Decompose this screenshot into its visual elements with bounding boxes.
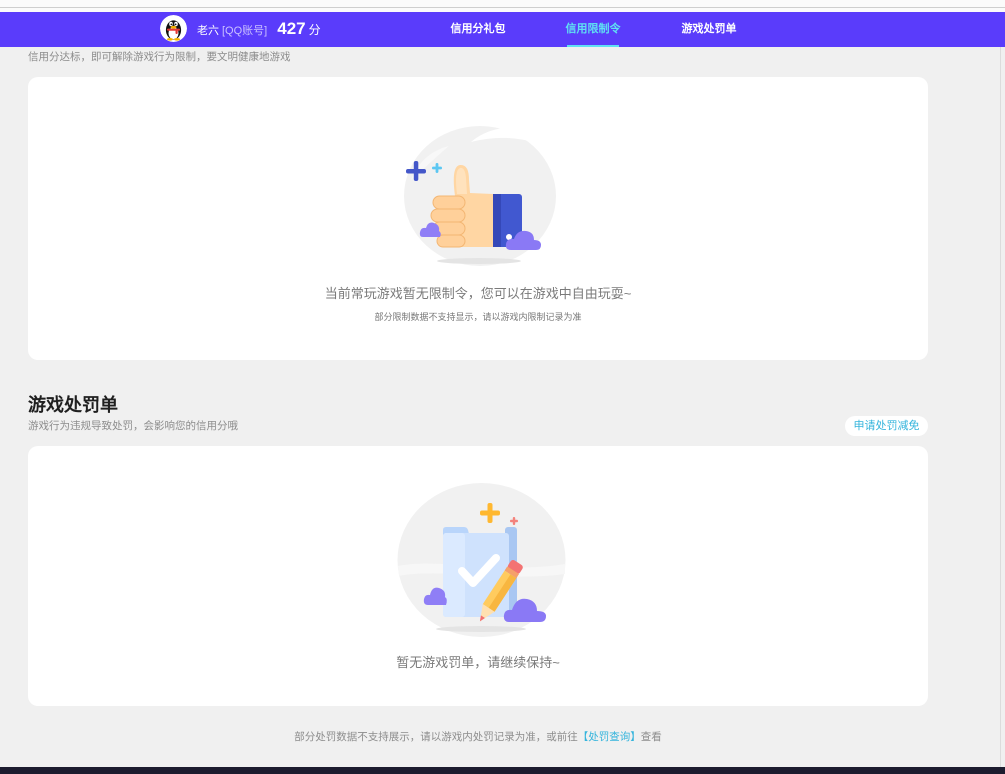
restriction-card: 当前常玩游戏暂无限制令，您可以在游戏中自由玩耍~ 部分限制数据不支持显示，请以游…	[28, 77, 928, 360]
restriction-empty-text: 当前常玩游戏暂无限制令，您可以在游戏中自由玩耍~	[324, 286, 632, 301]
footer-note-prefix: 部分处罚数据不支持展示，请以游戏内处罚记录为准，或前往	[294, 731, 578, 743]
restriction-data-note: 部分限制数据不支持显示，请以游戏内限制记录为准	[374, 312, 582, 322]
bottom-dark-bar	[0, 767, 1005, 774]
credit-score-unit: 分	[308, 23, 321, 37]
penalty-query-link[interactable]: 【处罚查询】	[578, 731, 641, 743]
restriction-subtitle: 信用分达标，即可解除游戏行为限制，要文明健康地游戏	[28, 51, 291, 63]
top-header-bar: 老六 [QQ账号] 427 分 信用分礼包 信用限制令 游戏处罚单	[0, 12, 1005, 47]
footer-note-suffix: 查看	[640, 731, 662, 743]
tab-credit-restriction[interactable]: 信用限制令	[563, 12, 623, 47]
illustration-shadow	[437, 258, 521, 264]
apply-penalty-reduction-button[interactable]: 申请处罚减免	[845, 416, 928, 436]
qq-penguin-avatar-icon	[160, 15, 187, 42]
thumbs-up-illustration-icon	[404, 126, 556, 266]
page-edge-divider	[1000, 47, 1001, 767]
browser-top-strip	[0, 0, 1005, 12]
penalty-card: 暂无游戏罚单，请继续保持~	[28, 446, 928, 706]
credit-score-value: 427	[277, 19, 306, 38]
penalty-section-title: 游戏处罚单	[28, 395, 118, 415]
footer-note: 部分处罚数据不支持展示，请以游戏内处罚记录为准，或前往【处罚查询】查看	[28, 731, 928, 743]
illustration-shadow	[436, 626, 526, 632]
tab-game-penalty[interactable]: 游戏处罚单	[679, 12, 739, 47]
clipboard-check-illustration-icon	[397, 483, 566, 637]
penalty-subtitle: 游戏行为违规导致处罚，会影响您的信用分哦	[28, 420, 238, 432]
user-info: 老六 [QQ账号] 427 分	[197, 12, 321, 47]
tab-credit-gift-pack[interactable]: 信用分礼包	[448, 12, 508, 47]
penalty-empty-text: 暂无游戏罚单，请继续保持~	[396, 655, 560, 670]
account-type-label: [QQ账号]	[222, 25, 268, 37]
top-strip-divider	[0, 7, 1005, 8]
user-name: 老六	[197, 25, 219, 37]
